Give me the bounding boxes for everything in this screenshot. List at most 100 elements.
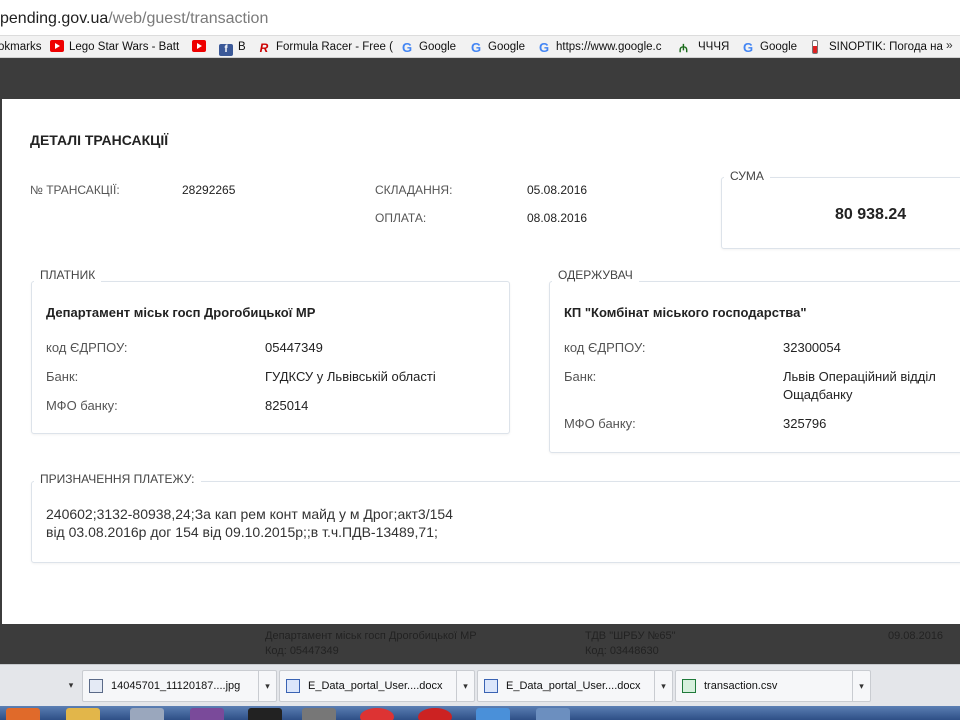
transaction-number-value: 28292265 [182, 183, 236, 197]
bookmark-item[interactable]: SINOPTIK: Погода на [810, 39, 943, 55]
folder-icon[interactable] [66, 708, 100, 720]
bookmark-label: Google [419, 41, 457, 53]
bookmark-item[interactable]: G Google [400, 39, 456, 55]
row-receiver-code: Код: 03448630 [585, 645, 659, 657]
bookmark-label: B [238, 41, 246, 53]
bookmark-item[interactable] [192, 39, 211, 55]
bookmark-item[interactable]: G Google [741, 39, 797, 55]
purpose-box [31, 481, 960, 563]
bookmarks-more-button[interactable]: » [946, 38, 960, 52]
row-date: 09.08.2016 [888, 630, 944, 642]
bookmark-label: okmarks [0, 41, 42, 53]
purpose-line-1: 240602;3132-80938,24;За кап рем конт май… [46, 506, 453, 522]
transaction-details-modal: ДЕТАЛІ ТРАНСАКЦІЇ № ТРАНСАКЦІЇ: 28292265… [2, 99, 960, 624]
payer-mfo-label: МФО банку: [46, 398, 118, 413]
url-text[interactable]: pending.gov.ua/web/guest/transaction [0, 10, 268, 28]
compose-date-label: СКЛАДАННЯ: [375, 183, 453, 197]
payer-mfo-value: 825014 [265, 398, 309, 413]
download-options-arrow[interactable]: ▾ [63, 670, 79, 702]
bookmark-item[interactable]: G Google [469, 39, 525, 55]
receiver-mfo-value: 325796 [783, 416, 827, 431]
taskbar [0, 706, 960, 720]
download-name: transaction.csv [704, 680, 778, 692]
url-host: pending.gov.ua [0, 10, 109, 27]
bookmark-label: Formula Racer - Free ( [276, 41, 393, 53]
bookmark-item[interactable]: R Formula Racer - Free ( [257, 39, 393, 55]
bookmark-item[interactable]: ₼ ЧЧЧЯ [679, 39, 729, 55]
receiver-name: КП "Комбінат міського господарства" [564, 305, 807, 320]
compose-date-value: 05.08.2016 [527, 183, 588, 197]
row-payer-name: Департамент міськ госп Дрогобицької МР [265, 630, 477, 642]
address-bar[interactable]: pending.gov.ua/web/guest/transaction [0, 0, 960, 36]
payment-date-value: 08.08.2016 [527, 211, 588, 225]
taskbar-app-icon[interactable] [248, 708, 282, 720]
download-item[interactable]: 14045701_11120187....jpg ▾ [82, 670, 277, 702]
receiver-edrpou-value: 32300054 [783, 340, 841, 355]
payer-edrpou-value: 05447349 [265, 340, 323, 355]
taskbar-app-icon[interactable] [190, 708, 224, 720]
receiver-edrpou-label: код ЄДРПОУ: [564, 340, 646, 355]
google-icon: G [742, 40, 754, 55]
bookmarks-bar: okmarks Lego Star Wars - Batt fB R Formul… [0, 36, 960, 58]
chrome-icon[interactable] [360, 708, 394, 720]
download-name: E_Data_portal_User....docx [308, 680, 443, 692]
thermometer-icon [810, 40, 824, 52]
bookmark-item[interactable]: okmarks [0, 39, 41, 55]
bookmark-item[interactable]: fB [219, 39, 246, 56]
image-file-icon [89, 679, 103, 693]
facebook-icon: f [219, 44, 233, 56]
taskbar-app-icon[interactable] [130, 708, 164, 720]
sum-value: 80 938.24 [835, 206, 907, 223]
bookmark-label: Google [760, 41, 798, 53]
url-path: /web/guest/transaction [108, 10, 269, 27]
receiver-mfo-label: МФО банку: [564, 416, 636, 431]
taskbar-app-icon[interactable] [6, 708, 40, 720]
download-name: E_Data_portal_User....docx [506, 680, 641, 692]
bookmark-label: ЧЧЧЯ [698, 41, 730, 53]
receiver-bank-label: Банк: [564, 369, 597, 384]
excel-file-icon [682, 679, 696, 693]
purpose-line-2: від 03.08.2016р дог 154 від 09.10.2015р;… [46, 524, 438, 540]
bookmark-item[interactable]: Lego Star Wars - Batt [50, 39, 179, 55]
receiver-legend: ОДЕРЖУВАЧ [552, 268, 639, 282]
download-options-arrow[interactable]: ▾ [852, 671, 870, 701]
receiver-bank-value-line2: Ощадбанку [783, 387, 853, 402]
gear-icon[interactable] [302, 708, 336, 720]
payer-legend: ПЛАТНИК [34, 268, 102, 282]
payer-bank-label: Банк: [46, 369, 79, 384]
bookmark-label: SINOPTIK: Погода на [829, 41, 943, 53]
opera-icon[interactable] [418, 708, 452, 720]
bookmark-item[interactable]: Ghttps://www.google.c [537, 39, 662, 55]
taskbar-app-icon[interactable] [536, 708, 570, 720]
receiver-bank-value-line1: Львів Операційний відділ [783, 369, 936, 384]
site-icon: ₼ [679, 43, 688, 55]
purpose-legend: ПРИЗНАЧЕННЯ ПЛАТЕЖУ: [34, 472, 201, 486]
download-options-arrow[interactable]: ▾ [654, 671, 672, 701]
payment-date-label: ОПЛАТА: [375, 211, 427, 225]
bookmark-label: https://www.google.c [556, 41, 662, 53]
sum-legend: СУМА [724, 169, 770, 183]
download-item[interactable]: E_Data_portal_User....docx ▾ [279, 670, 475, 702]
background-table-row: Департамент міськ госп Дрогобицької МР К… [0, 624, 960, 664]
transaction-number-label: № ТРАНСАКЦІЇ: [30, 183, 120, 197]
download-options-arrow[interactable]: ▾ [258, 671, 276, 701]
modal-title: ДЕТАЛІ ТРАНСАКЦІЇ [30, 132, 169, 148]
download-options-arrow[interactable]: ▾ [456, 671, 474, 701]
formula-icon: R [259, 41, 269, 55]
word-file-icon [286, 679, 300, 693]
payer-bank-value: ГУДКСУ у Львівській області [265, 369, 436, 384]
downloads-bar: ▾ 14045701_11120187....jpg ▾ E_Data_port… [0, 664, 960, 706]
download-item[interactable]: transaction.csv ▾ [675, 670, 871, 702]
bookmark-label: Google [488, 41, 526, 53]
row-payer-code: Код: 05447349 [265, 645, 339, 657]
payer-edrpou-label: код ЄДРПОУ: [46, 340, 128, 355]
payer-name: Департамент міськ госп Дрогобицької МР [46, 305, 316, 320]
google-icon: G [538, 40, 550, 55]
taskbar-app-icon[interactable] [476, 708, 510, 720]
google-icon: G [401, 40, 413, 55]
word-file-icon [484, 679, 498, 693]
download-name: 14045701_11120187....jpg [111, 680, 241, 692]
youtube-icon [192, 40, 206, 52]
google-icon: G [470, 40, 482, 55]
download-item[interactable]: E_Data_portal_User....docx ▾ [477, 670, 673, 702]
